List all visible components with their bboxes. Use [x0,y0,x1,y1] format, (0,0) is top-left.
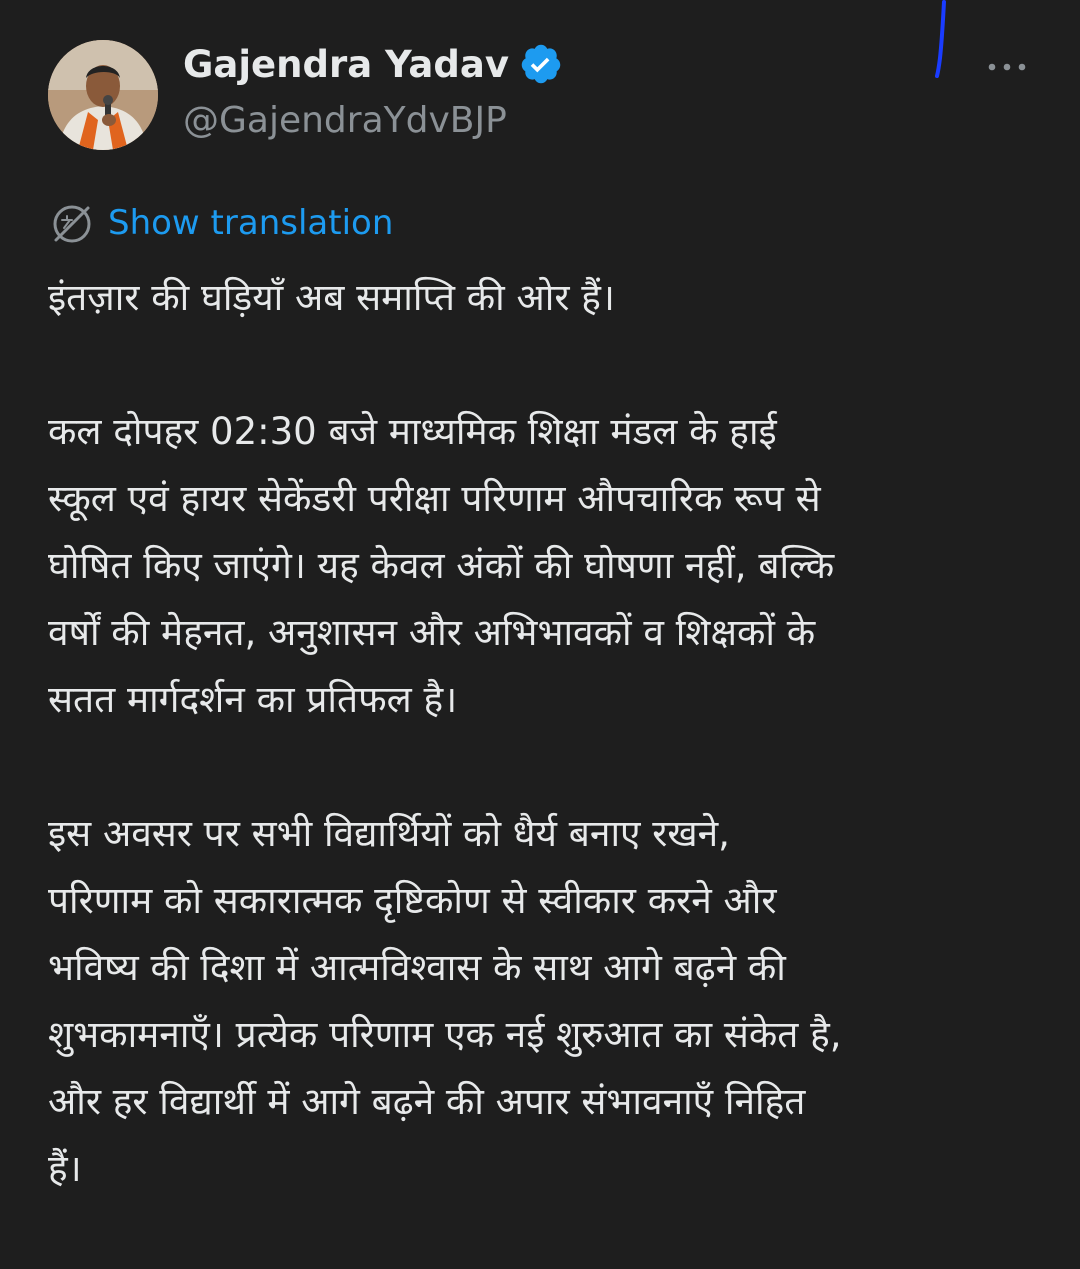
tweet-line: वर्षों की मेहनत, अनुशासन और अभिभावकों व … [48,611,816,654]
display-name[interactable]: Gajendra Yadav [183,43,509,86]
tweet-paragraph: इंतज़ार की घड़ियाँ अब समाप्ति की ओर हैं। [48,264,1048,331]
tweet-line: और हर विद्यार्थी में आगे बढ़ने की अपार स… [48,1080,806,1123]
tweet-line: स्कूल एवं हायर सेकेंडरी परीक्षा परिणाम औ… [48,477,821,520]
user-handle[interactable]: @GajendraYdvBJP [183,100,507,141]
more-options-icon [988,63,1026,71]
tweet-line: इंतज़ार की घड़ियाँ अब समाप्ति की ओर हैं। [48,276,615,319]
tweet-line: परिणाम को सकारात्मक दृष्टिकोण से स्वीकार… [48,879,777,922]
translate-icon [53,205,91,243]
tweet-line: कल दोपहर 02:30 बजे माध्यमिक शिक्षा मंडल … [48,410,777,453]
tweet-line: हैं। [48,1147,82,1190]
more-options-button[interactable] [982,50,1032,84]
profile-photo-icon [48,40,158,150]
tweet-card: Gajendra Yadav @GajendraYdvBJP Show tran… [0,0,1080,1229]
tweet-line: घोषित किए जाएंगे। यह केवल अंकों की घोषणा… [48,544,835,587]
avatar[interactable] [48,40,158,150]
pen-mark [935,0,946,78]
show-translation-button[interactable]: Show translation [48,200,393,246]
tweet-paragraph: कल दोपहर 02:30 बजे माध्यमिक शिक्षा मंडल … [48,398,1048,733]
author-name-row[interactable]: Gajendra Yadav [183,42,563,86]
tweet-text: इंतज़ार की घड़ियाँ अब समाप्ति की ओर हैं।… [48,264,1048,1269]
show-translation-label[interactable]: Show translation [108,203,393,243]
tweet-line: शुभकामनाएँ। प्रत्येक परिणाम एक नई शुरुआत… [48,1013,842,1056]
verified-badge-icon [521,44,561,84]
tweet-line: सतत मार्गदर्शन का प्रतिफल है। [48,678,458,721]
tweet-line: इस अवसर पर सभी विद्यार्थियों को धैर्य बन… [48,812,730,855]
tweet-line: भविष्य की दिशा में आत्मविश्वास के साथ आग… [48,946,786,989]
tweet-paragraph: इस अवसर पर सभी विद्यार्थियों को धैर्य बन… [48,800,1048,1202]
